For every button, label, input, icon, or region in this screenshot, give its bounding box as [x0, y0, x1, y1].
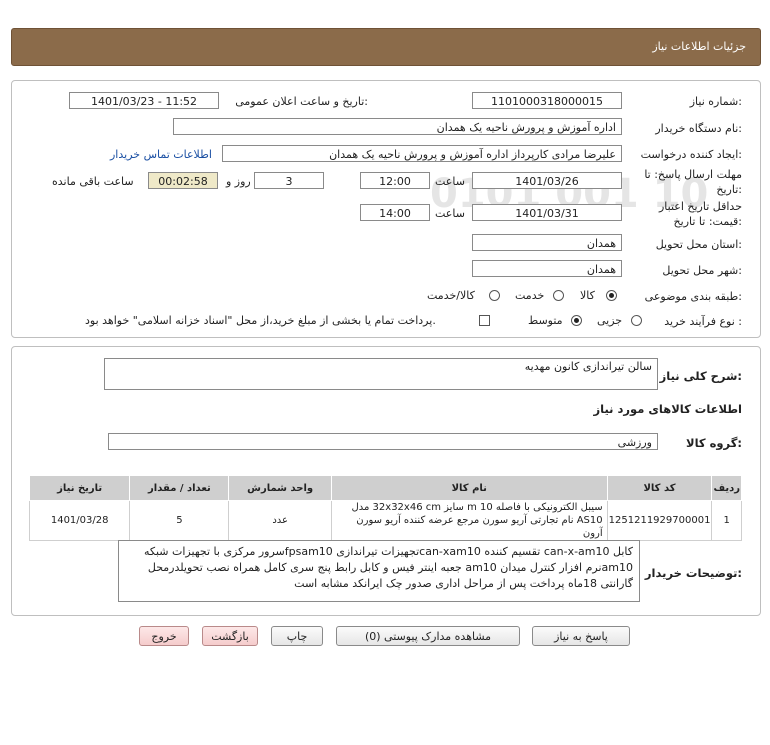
cell-name-line1: سیبل الکترونیکی با فاصله m 10 سایز 32x32… [351, 502, 603, 513]
exit-button[interactable]: خروج [139, 626, 189, 646]
requester-label: ایجاد کننده درخواست: [640, 148, 742, 161]
validity-time-label: ساعت [435, 207, 465, 220]
process-label: نوع فرآیند خرید : [664, 315, 742, 328]
col-name: نام کالا [330, 475, 608, 501]
cell-row: 1 [711, 500, 742, 541]
city-label: شهر محل تحویل: [662, 264, 742, 277]
reply-time-field: 12:00 [360, 172, 430, 189]
remaining-label: ساعت باقی مانده [52, 175, 134, 188]
buyer-notes-line3: گارانتی 18ماه پرداخت پس از مراحل اداری ص… [294, 577, 633, 590]
goods-table-header: ردیف کد کالا نام کالا واحد شمارش تعداد /… [28, 475, 742, 501]
cell-qty: 5 [129, 500, 230, 541]
page-title: جزئیات اطلاعات نیاز [652, 40, 746, 53]
process-radio-medium[interactable] [571, 315, 582, 326]
reply-deadline-label: مهلت ارسال پاسخ: تا تاریخ: [644, 168, 742, 196]
city-field: همدان [472, 260, 622, 277]
goods-info-title: اطلاعات کالاهای مورد نیاز [593, 402, 742, 416]
validity-label: حداقل تاریخ اعتبار قیمت: تا تاریخ: [658, 200, 742, 228]
validity-date-field: 1401/03/31 [472, 204, 622, 221]
buyer-contact-link[interactable]: اطلاعات تماس خریدار [110, 148, 212, 161]
category-radio-goods-service[interactable] [489, 290, 500, 301]
cell-name: سیبل الکترونیکی با فاصله m 10 سایز 32x32… [330, 500, 608, 541]
category-radio-goods[interactable] [606, 290, 617, 301]
back-button[interactable]: بازگشت [202, 626, 258, 646]
need-number-field: 1101000318000015 [472, 92, 622, 109]
goods-group-label: گروه کالا: [686, 436, 742, 450]
buyer-notes-line1: کابل can-x-am10 تقسیم کننده can-xam10تجه… [144, 545, 633, 558]
cell-date: 1401/03/28 [28, 500, 131, 541]
category-option-goods-service: کالا/خدمت [427, 289, 475, 302]
requester-field: علیرضا مرادی کارپرداز اداره آموزش و پرور… [222, 145, 622, 162]
remaining-time-field: 00:02:58 [148, 172, 218, 189]
treasury-note: پرداخت تمام یا بخشی از مبلغ خرید،از محل … [85, 314, 436, 327]
category-label: طبقه بندی موضوعی: [644, 290, 742, 303]
treasury-checkbox[interactable] [479, 315, 490, 326]
col-date: تاریخ نیاز [28, 475, 131, 501]
buyer-notes-line2: am10نرم افزار کنترل میدان am10 جعبه اینت… [147, 561, 633, 574]
col-qty: تعداد / مقدار [129, 475, 230, 501]
general-desc-field: سالن تیراندازی کانون مهدیه [104, 358, 658, 390]
category-option-goods: کالا [580, 289, 595, 302]
attachments-button[interactable]: مشاهده مدارک پیوستی (0) [336, 626, 520, 646]
process-option-medium: متوسط [528, 314, 563, 327]
days-label: روز و [226, 175, 251, 188]
need-number-label: شماره نیاز: [689, 95, 742, 108]
general-desc-label: شرح کلی نیاز: [659, 369, 742, 383]
reply-date-field: 1401/03/26 [472, 172, 622, 189]
col-unit: واحد شمارش [228, 475, 332, 501]
announce-field: 1401/03/23 - 11:52 [69, 92, 219, 109]
table-row: 1 1251211929700001 سیبل الکترونیکی با فا… [28, 500, 742, 541]
province-label: استان محل تحویل: [655, 238, 742, 251]
reply-button[interactable]: پاسخ به نیاز [532, 626, 630, 646]
print-button[interactable]: چاپ [271, 626, 323, 646]
cell-unit: عدد [228, 500, 332, 541]
page-header: جزئیات اطلاعات نیاز [11, 28, 761, 66]
col-row: ردیف [711, 475, 742, 501]
category-radio-service[interactable] [553, 290, 564, 301]
cell-name-line2: AS10 نام تجارتی آریو سورن مرجع عرضه کنند… [356, 515, 603, 539]
cell-code: 1251211929700001 [606, 500, 713, 541]
buyer-notes-box: کابل can-x-am10 تقسیم کننده can-xam10تجه… [118, 540, 640, 602]
process-option-minor: جزیی [597, 314, 623, 327]
announce-label: تاریخ و ساعت اعلان عمومی: [235, 95, 368, 108]
buyer-notes-label: توضیحات خریدار: [644, 566, 742, 580]
days-field: 3 [254, 172, 324, 189]
reply-time-label: ساعت [435, 175, 465, 188]
validity-time-field: 14:00 [360, 204, 430, 221]
category-option-service: خدمت [515, 289, 545, 302]
goods-table: ردیف کد کالا نام کالا واحد شمارش تعداد /… [28, 475, 742, 541]
buyer-label: نام دستگاه خریدار: [655, 122, 742, 135]
process-radio-minor[interactable] [631, 315, 642, 326]
col-code: کد کالا [606, 475, 713, 501]
goods-group-field: ورزشی [108, 433, 658, 450]
province-field: همدان [472, 234, 622, 251]
buyer-field: اداره آموزش و پرورش ناحیه یک همدان [173, 118, 622, 135]
